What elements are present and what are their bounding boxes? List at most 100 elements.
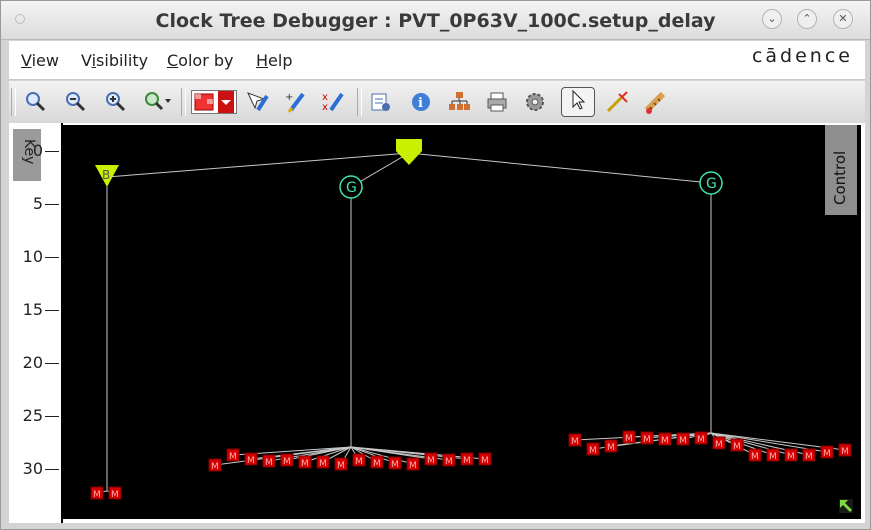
delay-axis: Key 0 5 10 15 20 25 30 (9, 123, 63, 523)
menu-help-label: Help (256, 51, 293, 70)
clock-wire (408, 152, 712, 184)
toolbar-grip[interactable] (11, 88, 16, 116)
axis-tick-label: 25 (22, 406, 43, 425)
window-title: Clock Tree Debugger : PVT_0P63V_100C.set… (155, 10, 716, 32)
sink-node-label[interactable]: M (769, 452, 777, 462)
menu-view[interactable]: View (21, 51, 59, 70)
toolbar-separator (357, 88, 362, 116)
sink-node-label[interactable]: M (823, 449, 831, 459)
menu-visibility[interactable]: Visibility (81, 51, 148, 70)
menu-help[interactable]: Help (256, 51, 292, 70)
sink-node-label[interactable]: M (841, 447, 849, 457)
axis-tick-label: 0 (32, 141, 43, 160)
cadence-logo: cādence (751, 45, 853, 67)
print-icon[interactable] (485, 90, 509, 114)
sink-node-label[interactable]: M (697, 435, 705, 445)
sink-node-label[interactable]: M (607, 443, 615, 453)
sink-node-label[interactable]: M (481, 456, 489, 466)
axis-tick-label: 20 (22, 353, 43, 372)
sink-node-label[interactable]: M (301, 459, 309, 469)
add-edit-icon[interactable]: + (283, 90, 307, 114)
control-tab[interactable]: Control (825, 125, 857, 215)
sink-node-label[interactable]: M (93, 490, 101, 500)
svg-text:+: + (285, 92, 293, 103)
select-edit-icon[interactable] (245, 90, 269, 114)
sink-node-label[interactable]: M (229, 452, 237, 462)
flare-icon[interactable] (605, 90, 629, 114)
menu-color-by-label: Color by (167, 51, 234, 70)
sink-node-label[interactable]: M (679, 436, 687, 446)
ruler-icon[interactable] (643, 90, 667, 114)
root-clock-node[interactable] (396, 139, 422, 165)
axis-tick-mark (45, 469, 59, 470)
zoom-fit-icon[interactable] (23, 90, 47, 114)
remove-edit-icon[interactable]: xx (321, 90, 345, 114)
sink-node-label[interactable]: M (283, 457, 291, 467)
sink-node-label[interactable]: M (571, 437, 579, 447)
sink-node-label[interactable]: M (661, 436, 669, 446)
axis-tick-mark (45, 257, 59, 258)
resize-corner-icon[interactable] (839, 499, 853, 513)
axis-tick-mark (45, 151, 59, 152)
menu-color-by[interactable]: Color by (167, 51, 233, 70)
axis-tick-label: 15 (22, 300, 43, 319)
svg-text:i: i (418, 96, 423, 111)
menu-bar: View Visibility Color by Help cādence (9, 41, 865, 80)
axis-tick-label: 10 (22, 247, 43, 266)
sink-node-label[interactable]: M (391, 460, 399, 470)
control-tab-label: Control (831, 150, 849, 205)
sink-node-label[interactable]: M (805, 452, 813, 462)
zoom-in-icon[interactable] (103, 90, 127, 114)
sink-node-label[interactable]: M (625, 434, 633, 444)
sink-node-label[interactable]: M (751, 452, 759, 462)
sink-node-label[interactable]: M (427, 456, 435, 466)
clock-tree-plot[interactable]: MMMMMMMMMMMMMMMMMMMMMMMMMMMMMMMMMMBGG Co… (63, 125, 861, 519)
sink-node-label[interactable]: M (355, 457, 363, 467)
gate-node-label[interactable]: G (706, 176, 717, 192)
sink-node-label[interactable]: M (715, 440, 723, 450)
title-bar[interactable]: Clock Tree Debugger : PVT_0P63V_100C.set… (1, 1, 870, 40)
sink-node-label[interactable]: M (111, 490, 119, 500)
clock-tree-graph[interactable]: M MMM M M M M M M M M M M M M M MMM MM M M M M M MM M M M M MBG G (63, 125, 861, 519)
axis-tick-label: 5 (32, 194, 43, 213)
sink-node-label[interactable]: M (589, 446, 597, 456)
sink-node-label[interactable]: M (319, 459, 327, 469)
close-button[interactable]: ✕ (833, 9, 853, 29)
zoom-select-icon[interactable] (143, 90, 171, 114)
sink-node-label[interactable]: M (733, 442, 741, 452)
sink-node-label[interactable]: M (409, 461, 417, 471)
gate-node-label[interactable]: G (346, 180, 357, 196)
pointer-icon[interactable] (561, 87, 595, 117)
settings-icon[interactable] (523, 90, 547, 114)
hierarchy-icon[interactable] (447, 90, 471, 114)
axis-tick-mark (45, 204, 59, 205)
axis-tick-label: 30 (22, 459, 43, 478)
axis-tick-mark (45, 416, 59, 417)
axis-tick-mark (45, 363, 59, 364)
sink-node-label[interactable]: M (787, 452, 795, 462)
report-icon[interactable] (369, 90, 393, 114)
clock-tree-canvas-area: Key 0 5 10 15 20 25 30 MMMMMMMMMMMMMMMMMMMMMMM… (9, 123, 865, 523)
color-pattern-icon[interactable] (191, 90, 237, 114)
sink-node-label[interactable]: M (337, 461, 345, 471)
maximize-button[interactable]: ⌃ (797, 9, 817, 29)
toolbar-separator (181, 88, 186, 116)
info-icon[interactable]: i (409, 90, 433, 114)
svg-text:x: x (322, 102, 328, 113)
minimize-button[interactable]: ⌄ (762, 9, 782, 29)
sink-node-label[interactable]: M (265, 458, 273, 468)
clock-wire (106, 152, 410, 178)
sink-node-label[interactable]: M (643, 435, 651, 445)
menu-view-label: View (21, 51, 59, 70)
toolbar: + xx i (9, 81, 865, 124)
axis-tick-mark (45, 310, 59, 311)
sink-node-label[interactable]: M (445, 457, 453, 467)
clock-tree-debugger-window: Clock Tree Debugger : PVT_0P63V_100C.set… (0, 0, 871, 530)
zoom-out-icon[interactable] (63, 90, 87, 114)
sink-node-label[interactable]: M (463, 456, 471, 466)
sink-node-label[interactable]: M (247, 456, 255, 466)
sink-node-label[interactable]: M (211, 462, 219, 472)
sink-node-label[interactable]: M (373, 459, 381, 469)
menu-visibility-label: Visibility (81, 51, 149, 70)
buffer-node-label[interactable]: B (102, 168, 110, 182)
